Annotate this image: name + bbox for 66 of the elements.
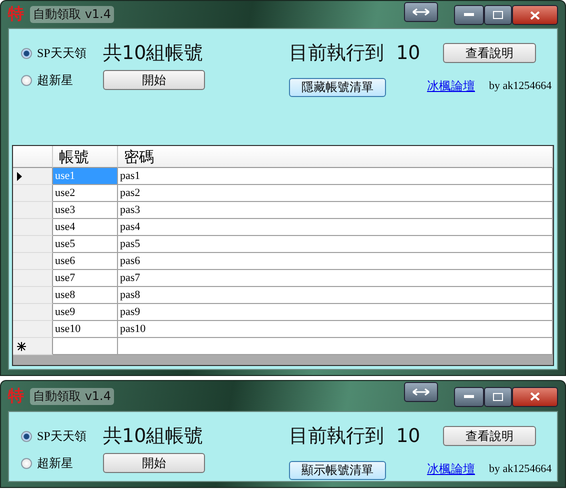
minimize-button[interactable] xyxy=(454,386,484,406)
row-header[interactable] xyxy=(13,338,53,355)
double-arrow-icon xyxy=(412,387,430,397)
table-cell: use6 xyxy=(53,253,118,270)
table-cell: pas5 xyxy=(118,236,553,253)
account-count: 共10組帳號 xyxy=(103,424,204,449)
table-cell: pas3 xyxy=(118,202,553,219)
table-cell: pas1 xyxy=(118,168,553,185)
table-cell: use10 xyxy=(53,321,118,338)
table-cell: pas7 xyxy=(118,270,553,287)
maximize-button[interactable] xyxy=(484,5,512,25)
app-icon: 特 xyxy=(8,4,24,25)
close-icon xyxy=(530,392,540,401)
table-cell: use3 xyxy=(53,202,118,219)
close-icon xyxy=(530,10,540,20)
radio-option[interactable]: SP天天領 xyxy=(21,428,103,444)
forum-link[interactable]: 冰楓論壇 xyxy=(427,78,475,94)
help-button[interactable]: 查看說明 xyxy=(443,43,536,63)
table-cell: pas8 xyxy=(118,287,553,304)
table-cell xyxy=(53,338,118,355)
window-title: 自動領取 v1.4 xyxy=(30,388,114,404)
radio-option[interactable]: 超新星 xyxy=(21,454,103,472)
new-row-icon xyxy=(17,342,26,350)
current-row-icon xyxy=(17,172,22,180)
table-cell: pas9 xyxy=(118,304,553,321)
column-header[interactable]: 帳號 xyxy=(53,146,118,168)
maximize-button[interactable] xyxy=(484,386,512,406)
progress-text: 目前執行到 10 xyxy=(289,41,420,66)
radio-option[interactable]: SP天天領 xyxy=(21,44,103,62)
resize-button[interactable] xyxy=(404,2,438,22)
list-toggle-button[interactable]: 顯示帳號清單 xyxy=(289,460,386,480)
table-cell: use1 xyxy=(53,168,118,185)
author-text: by ak1254664 xyxy=(489,80,552,92)
table-cell: pas2 xyxy=(118,185,553,202)
list-toggle-button[interactable]: 隱藏帳號清單 xyxy=(289,78,386,96)
table-cell: use7 xyxy=(53,270,118,287)
table-cell: use2 xyxy=(53,185,118,202)
minimize-icon xyxy=(464,394,474,398)
table-cell: use4 xyxy=(53,219,118,236)
close-button[interactable] xyxy=(512,386,558,406)
minimize-icon xyxy=(464,13,474,17)
radio-option[interactable]: 超新星 xyxy=(21,72,103,88)
close-button[interactable] xyxy=(512,5,558,25)
account-count: 共10組帳號 xyxy=(103,41,204,66)
author-text: by ak1254664 xyxy=(489,463,552,475)
start-button[interactable]: 開始 xyxy=(103,453,205,473)
maximize-icon xyxy=(493,11,503,19)
corner-header xyxy=(13,146,53,168)
table-cell: pas4 xyxy=(118,219,553,236)
maximize-icon xyxy=(493,392,503,400)
table-cell: pas10 xyxy=(118,321,553,338)
table-cell: use5 xyxy=(53,236,118,253)
resize-button[interactable] xyxy=(404,382,438,402)
table-cell: use8 xyxy=(53,287,118,304)
progress-text: 目前執行到 10 xyxy=(289,424,420,449)
start-button[interactable]: 開始 xyxy=(103,70,205,90)
window-title: 自動領取 v1.4 xyxy=(30,6,114,23)
minimize-button[interactable] xyxy=(454,5,484,25)
table-cell: use9 xyxy=(53,304,118,321)
column-header[interactable]: 密碼 xyxy=(118,146,553,168)
help-button[interactable]: 查看說明 xyxy=(443,426,536,446)
row-header[interactable] xyxy=(13,168,53,185)
table-cell: pas6 xyxy=(118,253,553,270)
double-arrow-icon xyxy=(412,7,430,17)
forum-link[interactable]: 冰楓論壇 xyxy=(427,460,475,478)
app-icon: 特 xyxy=(8,386,24,406)
